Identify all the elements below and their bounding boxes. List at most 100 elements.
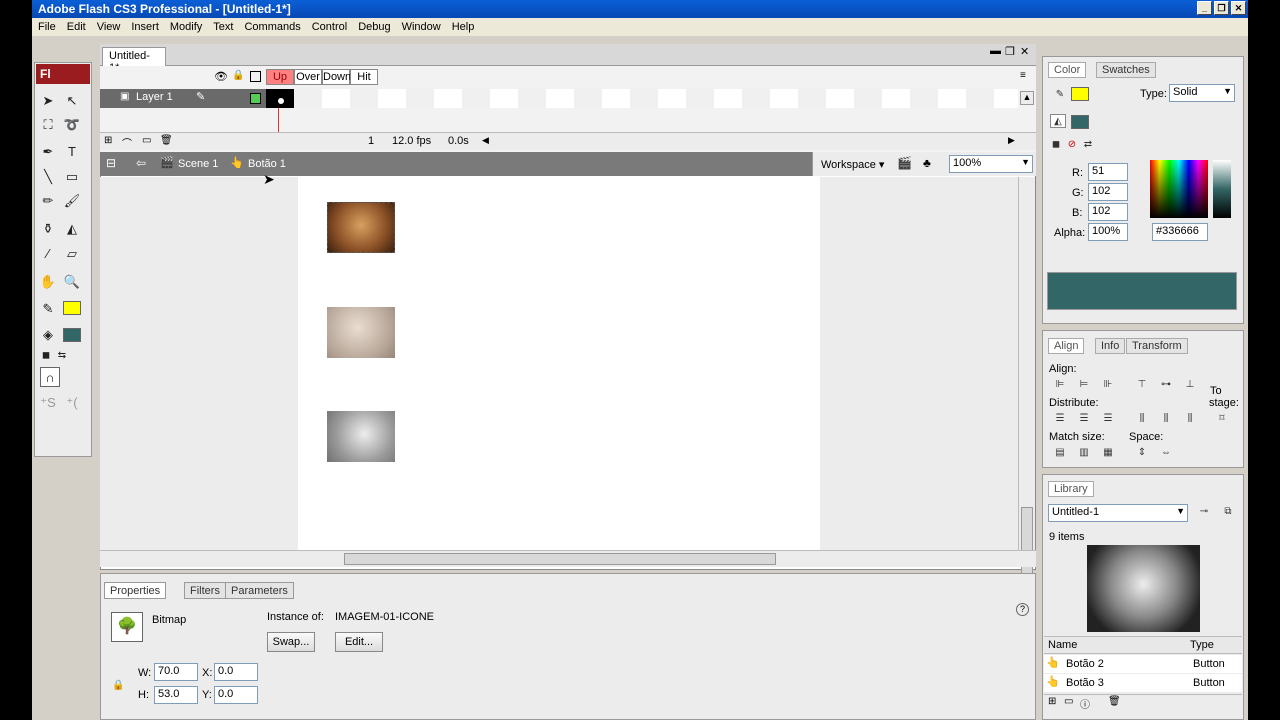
pen-tool-icon[interactable]: ✒ [38, 142, 58, 162]
width-field[interactable]: 70.0 [154, 663, 198, 681]
edit-scene-icon[interactable]: 🎬 [897, 156, 912, 170]
library-row[interactable]: 👆 Botão 2 Button [1044, 655, 1242, 673]
distribute-left-icon[interactable]: ⫼ [1134, 412, 1150, 426]
minimize-button[interactable]: _ [1197, 1, 1212, 15]
zoom-tool-icon[interactable]: 🔍 [62, 272, 82, 292]
match-height-icon[interactable]: ▥ [1076, 446, 1092, 460]
stroke-color-icon[interactable]: ✎ [38, 299, 58, 319]
snap-magnet-icon[interactable]: ∩ [40, 367, 60, 387]
menu-edit[interactable]: Edit [67, 21, 86, 33]
menu-insert[interactable]: Insert [131, 21, 159, 33]
edit-button[interactable]: Edit... [335, 632, 383, 652]
new-library-icon[interactable]: ⧉ [1220, 505, 1236, 519]
timeline-menu-icon[interactable]: ≡ [1020, 70, 1026, 81]
tab-parameters[interactable]: Parameters [225, 582, 294, 599]
fill-color-swatch[interactable] [63, 328, 81, 342]
bitmap-over-state[interactable] [327, 307, 395, 358]
b-field[interactable]: 102 [1088, 203, 1128, 221]
add-folder-icon[interactable]: ▭ [142, 135, 151, 146]
tab-filters[interactable]: Filters [184, 582, 226, 599]
paint-bucket-tool-icon[interactable]: ◭ [62, 219, 82, 239]
stage-vertical-scrollbar[interactable] [1018, 177, 1035, 577]
scroll-left-icon[interactable]: ◀ [482, 135, 489, 146]
align-hcenter-icon[interactable]: ⊨ [1076, 378, 1092, 392]
r-field[interactable]: 51 [1088, 163, 1128, 181]
lock-icon[interactable]: 🔒 [232, 70, 244, 81]
color-spectrum[interactable] [1150, 160, 1208, 218]
properties-icon[interactable]: ⓘ [1080, 696, 1090, 711]
free-transform-tool-icon[interactable]: ⛶ [38, 115, 58, 135]
space-horizontal-icon[interactable]: ⇔ [1158, 446, 1174, 460]
swap-button[interactable]: Swap... [267, 632, 315, 652]
hex-field[interactable]: #336666 [1152, 223, 1208, 241]
tab-transform[interactable]: Transform [1126, 338, 1188, 354]
pencil-tool-icon[interactable]: ✏ [38, 191, 58, 211]
match-both-icon[interactable]: ▦ [1100, 446, 1116, 460]
new-folder-icon[interactable]: ▭ [1064, 696, 1073, 707]
brush-tool-icon[interactable]: 🖌 [62, 191, 82, 211]
timeline-toggle-icon[interactable]: ⊟ [106, 156, 116, 170]
frame-up[interactable]: Up [266, 69, 294, 85]
fill-color-icon[interactable]: ◈ [38, 325, 58, 345]
y-field[interactable]: 0.0 [214, 686, 258, 704]
ink-bottle-tool-icon[interactable]: ⚱ [38, 219, 58, 239]
menu-text[interactable]: Text [213, 21, 233, 33]
close-button[interactable]: ✕ [1231, 1, 1246, 15]
to-stage-icon[interactable]: ⌑ [1214, 412, 1230, 426]
bitmap-up-state[interactable] [327, 202, 395, 253]
brightness-slider[interactable] [1213, 160, 1231, 218]
align-bottom-icon[interactable]: ⊥ [1182, 378, 1198, 392]
line-tool-icon[interactable]: ╲ [38, 167, 58, 187]
library-row[interactable]: 👆 Botão 3 Button [1044, 674, 1242, 692]
delete-layer-icon[interactable]: 🗑 [160, 135, 173, 146]
type-select[interactable]: Solid ▼ [1169, 84, 1235, 102]
default-colors-icon[interactable]: ◼ [1048, 138, 1064, 152]
rectangle-tool-icon[interactable]: ▭ [62, 167, 82, 187]
space-vertical-icon[interactable]: ⇕ [1134, 446, 1150, 460]
subselection-tool-icon[interactable]: ↖ [62, 91, 82, 111]
layer-outline-color[interactable] [250, 93, 261, 104]
tab-info[interactable]: Info [1095, 338, 1126, 354]
workspace-menu[interactable]: Workspace ▾ [821, 158, 884, 171]
document-tab[interactable]: Untitled-1* [102, 47, 166, 74]
pin-library-icon[interactable]: ⊸ [1196, 505, 1212, 519]
bitmap-down-state[interactable] [327, 411, 395, 462]
outline-icon[interactable] [250, 71, 261, 82]
frame-over[interactable]: Over [294, 69, 322, 85]
doc-close-icon[interactable]: ✕ [1020, 45, 1029, 58]
col-name[interactable]: Name [1048, 639, 1077, 651]
hscroll-thumb[interactable] [344, 553, 776, 565]
align-left-icon[interactable]: ⊫ [1052, 378, 1068, 392]
col-type[interactable]: Type [1190, 639, 1214, 651]
library-dropdown-icon[interactable]: ▼ [1176, 506, 1185, 516]
playhead[interactable] [278, 108, 279, 132]
frame-hit[interactable]: Hit [350, 69, 378, 85]
timeline-scroll-up[interactable]: ▲ [1020, 91, 1034, 105]
eye-icon[interactable]: 👁 [214, 70, 228, 83]
zoom-dropdown-icon[interactable]: ▼ [1021, 157, 1030, 167]
add-layer-icon[interactable]: ⊞ [104, 135, 112, 146]
frame-down[interactable]: Down [322, 69, 351, 85]
menu-modify[interactable]: Modify [170, 21, 202, 33]
lasso-tool-icon[interactable]: ➰ [62, 115, 82, 135]
height-field[interactable]: 53.0 [154, 686, 198, 704]
distribute-right-icon[interactable]: ⫼ [1182, 412, 1198, 426]
back-arrow-icon[interactable]: ⇦ [136, 156, 146, 170]
new-symbol-icon[interactable]: ⊞ [1048, 696, 1056, 707]
scroll-right-icon[interactable]: ▶ [1008, 135, 1015, 146]
panel-fill-swatch[interactable] [1071, 115, 1089, 129]
distribute-vcenter-icon[interactable]: ☰ [1076, 412, 1092, 426]
stroke-color-swatch[interactable] [63, 301, 81, 315]
no-color-icon[interactable]: ⊘ [1064, 138, 1080, 152]
menu-help[interactable]: Help [452, 21, 475, 33]
text-tool-icon[interactable]: T [62, 142, 82, 162]
tab-library[interactable]: Library [1048, 481, 1094, 497]
distribute-hcenter-icon[interactable]: ⫼ [1158, 412, 1174, 426]
x-field[interactable]: 0.0 [214, 663, 258, 681]
swap-colors-icon[interactable]: ⇆ [52, 346, 72, 366]
scene-link[interactable]: Scene 1 [178, 158, 218, 170]
g-field[interactable]: 102 [1088, 183, 1128, 201]
constrain-lock-icon[interactable]: 🔒 [112, 680, 124, 691]
menu-control[interactable]: Control [312, 21, 347, 33]
align-vcenter-icon[interactable]: ⊶ [1158, 378, 1174, 392]
